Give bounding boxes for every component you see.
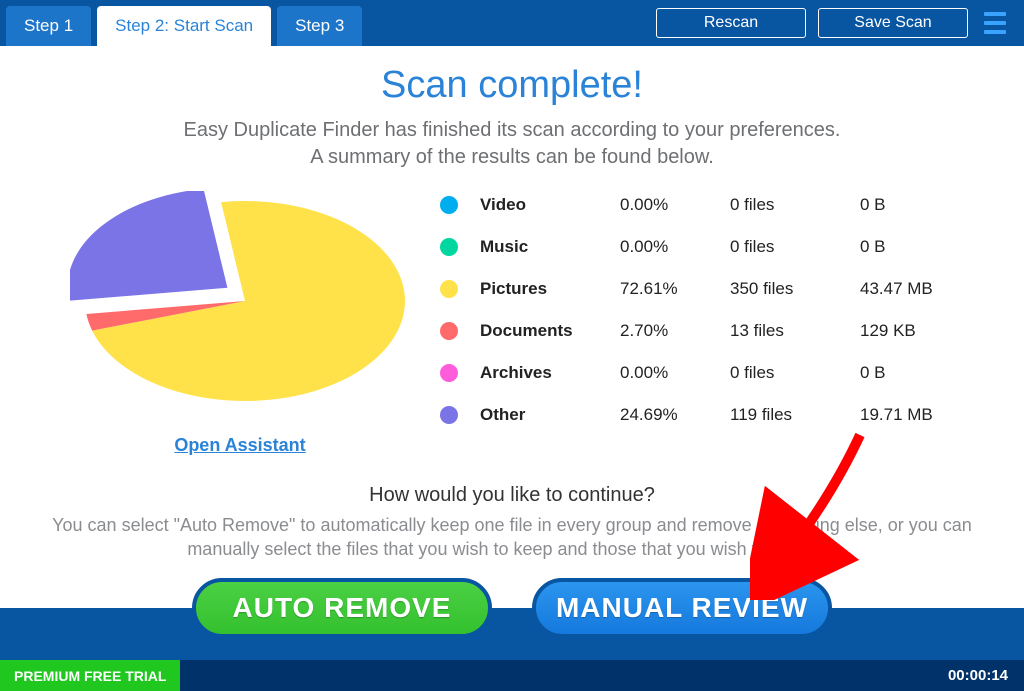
open-assistant-link[interactable]: Open Assistant	[174, 435, 305, 455]
page-subtitle: Easy Duplicate Finder has finished its s…	[40, 117, 984, 171]
topbar: Step 1Step 2: Start ScanStep 3 Rescan Sa…	[0, 0, 1024, 46]
legend-size: 0 B	[860, 195, 970, 215]
trial-badge: PREMIUM FREE TRIAL	[0, 660, 180, 691]
manual-review-button[interactable]: MANUAL REVIEW	[532, 578, 832, 638]
legend-percent: 2.70%	[620, 321, 730, 341]
step-tabs: Step 1Step 2: Start ScanStep 3	[0, 0, 368, 46]
legend-files: 350 files	[730, 279, 860, 299]
legend-files: 13 files	[730, 321, 860, 341]
tab-step-2[interactable]: Step 2: Start Scan	[97, 6, 271, 46]
legend-row: Video0.00%0 files0 B	[440, 195, 970, 215]
pie-slice-other	[70, 191, 227, 301]
rescan-button[interactable]: Rescan	[656, 8, 806, 38]
color-swatch-icon	[440, 196, 458, 214]
legend-row: Music0.00%0 files0 B	[440, 237, 970, 257]
legend-percent: 0.00%	[620, 195, 730, 215]
legend-percent: 0.00%	[620, 363, 730, 383]
menu-icon[interactable]	[980, 8, 1010, 38]
color-swatch-icon	[440, 280, 458, 298]
legend-size: 43.47 MB	[860, 279, 970, 299]
timer: 00:00:14	[948, 667, 1024, 684]
continue-description: You can select "Auto Remove" to automati…	[52, 513, 972, 562]
legend-row: Other24.69%119 files19.71 MB	[440, 405, 970, 425]
footer: PREMIUM FREE TRIAL 00:00:14	[0, 660, 1024, 691]
legend-files: 0 files	[730, 363, 860, 383]
legend-category: Other	[480, 405, 620, 425]
legend-category: Archives	[480, 363, 620, 383]
legend-category: Video	[480, 195, 620, 215]
continue-section: How would you like to continue? You can …	[40, 484, 984, 562]
legend-row: Documents2.70%13 files129 KB	[440, 321, 970, 341]
legend-category: Documents	[480, 321, 620, 341]
legend-size: 19.71 MB	[860, 405, 970, 425]
legend-size: 129 KB	[860, 321, 970, 341]
auto-remove-button[interactable]: AUTO REMOVE	[192, 578, 492, 638]
legend-row: Pictures72.61%350 files43.47 MB	[440, 279, 970, 299]
color-swatch-icon	[440, 364, 458, 382]
legend-row: Archives0.00%0 files0 B	[440, 363, 970, 383]
save-scan-button[interactable]: Save Scan	[818, 8, 968, 38]
summary-row: Open Assistant Video0.00%0 files0 BMusic…	[40, 191, 984, 456]
topbar-right: Rescan Save Scan	[656, 0, 1024, 46]
continue-question: How would you like to continue?	[40, 484, 984, 507]
legend-category: Music	[480, 237, 620, 257]
legend-category: Pictures	[480, 279, 620, 299]
legend-percent: 0.00%	[620, 237, 730, 257]
legend-files: 119 files	[730, 405, 860, 425]
color-swatch-icon	[440, 238, 458, 256]
color-swatch-icon	[440, 322, 458, 340]
tab-step-3[interactable]: Step 3	[277, 6, 362, 46]
legend-percent: 24.69%	[620, 405, 730, 425]
legend-size: 0 B	[860, 363, 970, 383]
legend: Video0.00%0 files0 BMusic0.00%0 files0 B…	[440, 191, 970, 425]
tab-step-1[interactable]: Step 1	[6, 6, 91, 46]
pie-chart	[70, 191, 410, 416]
legend-files: 0 files	[730, 195, 860, 215]
legend-size: 0 B	[860, 237, 970, 257]
legend-files: 0 files	[730, 237, 860, 257]
pie-column: Open Assistant	[70, 191, 410, 456]
big-buttons: AUTO REMOVE MANUAL REVIEW	[0, 578, 1024, 638]
content: Scan complete! Easy Duplicate Finder has…	[0, 46, 1024, 562]
page-title: Scan complete!	[40, 64, 984, 107]
legend-percent: 72.61%	[620, 279, 730, 299]
color-swatch-icon	[440, 406, 458, 424]
